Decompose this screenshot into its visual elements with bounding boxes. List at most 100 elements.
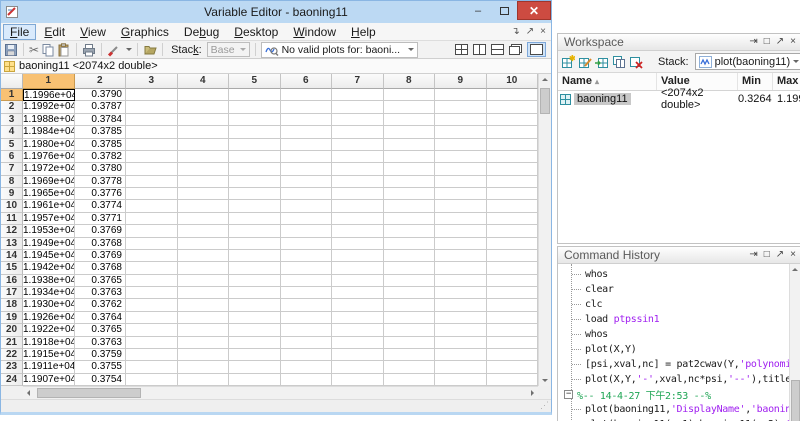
cell-r11c5[interactable]	[229, 212, 281, 226]
cell-r12c6[interactable]	[280, 225, 332, 238]
cell-r2c2[interactable]: 0.3787	[74, 101, 126, 114]
cell-r4c6[interactable]	[280, 126, 332, 139]
dock-icon[interactable]: ⇥	[749, 37, 757, 47]
cell-r5c8[interactable]	[383, 138, 435, 151]
layout-grid-icon[interactable]	[455, 44, 468, 55]
cell-r19c6[interactable]	[280, 311, 332, 325]
cell-r4c4[interactable]	[177, 126, 229, 139]
cell-r3c7[interactable]	[332, 113, 384, 127]
cell-r24c4[interactable]	[177, 373, 229, 386]
cell-r13c10[interactable]	[486, 237, 538, 250]
row-header-2[interactable]: 2	[1, 101, 23, 114]
variable-name[interactable]: baoning11	[574, 93, 631, 105]
cell-r16c3[interactable]	[126, 274, 178, 287]
history-command[interactable]: plot(baoning11(:,1),baoning11(:,2),'Disp…	[572, 417, 789, 421]
history-command[interactable]: whos	[572, 267, 789, 282]
cell-r2c4[interactable]	[177, 101, 229, 114]
cell-r23c10[interactable]	[486, 361, 538, 374]
cell-r13c2[interactable]: 0.3768	[74, 237, 126, 250]
menu-view[interactable]: View	[73, 24, 113, 40]
cell-r24c1[interactable]: 1.1907e+04	[23, 373, 75, 386]
horizontal-scrollbar[interactable]	[23, 386, 538, 399]
cell-r1c3[interactable]	[126, 89, 178, 102]
collapse-icon[interactable]: −	[564, 390, 573, 399]
cell-r18c1[interactable]: 1.1930e+04	[23, 299, 75, 312]
cell-r3c1[interactable]: 1.1988e+04	[23, 113, 75, 127]
row-header-6[interactable]: 6	[1, 150, 23, 164]
maximize-icon[interactable]: □	[764, 250, 770, 260]
cell-r20c6[interactable]	[280, 324, 332, 337]
cell-r14c5[interactable]	[229, 249, 281, 263]
scroll-up-icon[interactable]	[542, 78, 548, 81]
cell-r1c2[interactable]: 0.3790	[74, 89, 126, 102]
menu-debug[interactable]: Debug	[177, 24, 226, 40]
cell-r10c9[interactable]	[435, 200, 487, 213]
cell-r2c3[interactable]	[126, 101, 178, 114]
maximize-icon[interactable]: □	[764, 37, 770, 47]
cell-r7c9[interactable]	[435, 163, 487, 176]
cell-r9c2[interactable]: 0.3776	[74, 188, 126, 201]
cell-r3c10[interactable]	[486, 113, 538, 127]
cell-r17c8[interactable]	[383, 287, 435, 300]
cell-r16c7[interactable]	[332, 274, 384, 287]
cell-r21c5[interactable]	[229, 336, 281, 349]
cell-r12c4[interactable]	[177, 225, 229, 238]
row-header-14[interactable]: 14	[1, 249, 23, 263]
cell-r9c5[interactable]	[229, 188, 281, 201]
column-header-name[interactable]: Name ▴	[558, 73, 657, 90]
cell-r19c5[interactable]	[229, 311, 281, 325]
cell-r3c9[interactable]	[435, 113, 487, 127]
brush-button[interactable]	[107, 43, 133, 57]
cell-r2c9[interactable]	[435, 101, 487, 114]
cell-r12c1[interactable]: 1.1953e+04	[23, 225, 75, 238]
cell-r16c10[interactable]	[486, 274, 538, 287]
cell-r18c5[interactable]	[229, 299, 281, 312]
open-selection-button[interactable]	[143, 43, 157, 57]
history-scrollbar[interactable]	[789, 264, 800, 421]
plot-selector-dropdown[interactable]: No valid plots for: baoni...	[260, 41, 419, 58]
copy-button[interactable]	[41, 43, 55, 57]
scroll-right-icon[interactable]	[531, 390, 534, 396]
cell-r11c4[interactable]	[177, 212, 229, 226]
cell-r23c1[interactable]: 1.1911e+04	[23, 361, 75, 374]
cell-r14c6[interactable]	[280, 249, 332, 263]
menu-file[interactable]: File	[3, 23, 37, 40]
cell-r12c5[interactable]	[229, 225, 281, 238]
cell-r6c2[interactable]: 0.3782	[74, 150, 126, 164]
menu-help[interactable]: Help	[344, 24, 383, 40]
cell-r20c10[interactable]	[486, 324, 538, 337]
cell-r7c1[interactable]: 1.1972e+04	[23, 163, 75, 176]
delete-variable-button[interactable]	[629, 55, 643, 69]
column-header-7[interactable]: 7	[332, 74, 384, 89]
cell-r10c7[interactable]	[332, 200, 384, 213]
cell-r18c6[interactable]	[280, 299, 332, 312]
cell-r8c2[interactable]: 0.3778	[74, 175, 126, 188]
cell-r22c8[interactable]	[383, 348, 435, 362]
resize-grip[interactable]: ⋰	[540, 400, 549, 411]
cell-r2c1[interactable]: 1.1992e+04	[23, 101, 75, 114]
cell-r15c7[interactable]	[332, 262, 384, 275]
cell-r5c4[interactable]	[177, 138, 229, 151]
cell-r1c5[interactable]	[229, 89, 281, 102]
scroll-up-icon[interactable]	[792, 268, 798, 271]
cell-r4c9[interactable]	[435, 126, 487, 139]
cell-r15c2[interactable]: 0.3768	[74, 262, 126, 275]
cell-r4c10[interactable]	[486, 126, 538, 139]
layout-rows-icon[interactable]	[491, 44, 504, 55]
cell-r19c3[interactable]	[126, 311, 178, 325]
history-command[interactable]: load ptpssin1	[572, 312, 789, 327]
cell-r9c10[interactable]	[486, 188, 538, 201]
row-header-3[interactable]: 3	[1, 113, 23, 127]
cell-r8c8[interactable]	[383, 175, 435, 188]
cell-r24c10[interactable]	[486, 373, 538, 386]
cell-r18c3[interactable]	[126, 299, 178, 312]
cell-r12c10[interactable]	[486, 225, 538, 238]
cell-r10c3[interactable]	[126, 200, 178, 213]
cell-r1c6[interactable]	[280, 89, 332, 102]
cell-r9c8[interactable]	[383, 188, 435, 201]
cell-r4c2[interactable]: 0.3785	[74, 126, 126, 139]
cell-r8c3[interactable]	[126, 175, 178, 188]
cell-r7c2[interactable]: 0.3780	[74, 163, 126, 176]
cell-r17c7[interactable]	[332, 287, 384, 300]
history-command[interactable]: plot(baoning11,'DisplayName','baoning11'…	[572, 402, 789, 417]
